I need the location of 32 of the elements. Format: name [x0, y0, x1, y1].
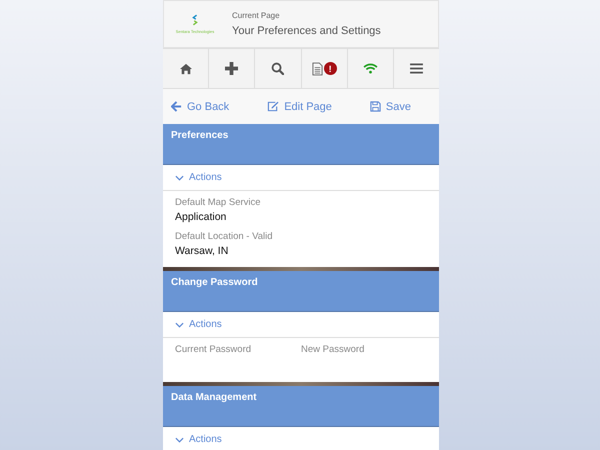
field-label: Default Location - Valid — [175, 231, 274, 242]
toolbar-link[interactable]: Go Back — [171, 98, 230, 114]
edit-icon — [267, 101, 280, 112]
floppy-disk-icon — [370, 101, 381, 112]
wifi-icon — [362, 63, 378, 74]
field-label: New Password — [301, 344, 366, 355]
nav-button[interactable] — [255, 48, 302, 88]
search-icon — [271, 62, 284, 75]
toolbar-link[interactable]: Save — [370, 98, 411, 114]
chevron-down-icon — [175, 322, 184, 328]
chevron-down-icon — [175, 436, 184, 442]
home-icon — [178, 62, 193, 74]
document-icon — [312, 62, 323, 76]
chevron-down-icon — [175, 174, 184, 180]
page-caption: Current Page — [232, 11, 281, 20]
menu-icon — [410, 63, 423, 74]
notification-badge: ! — [324, 62, 337, 75]
arrow-left-icon — [171, 101, 182, 112]
section-header: Preferences — [163, 124, 439, 165]
nav-button[interactable] — [163, 48, 210, 88]
field-value: Application — [175, 211, 228, 223]
plus-icon — [225, 62, 238, 75]
section-header: Change Password — [163, 271, 439, 312]
field-label: Default Map Service — [175, 197, 262, 208]
logo-icon — [191, 14, 199, 26]
page-title: Your Preferences and Settings — [232, 25, 381, 37]
nav-button[interactable] — [209, 48, 256, 88]
section-header: Data Management — [163, 386, 439, 427]
toolbar-link[interactable]: Edit Page — [267, 98, 332, 114]
field-value: Warsaw, IN — [175, 245, 230, 257]
nav-button[interactable]: ! — [302, 48, 348, 88]
field-label: Current Password — [175, 344, 252, 355]
